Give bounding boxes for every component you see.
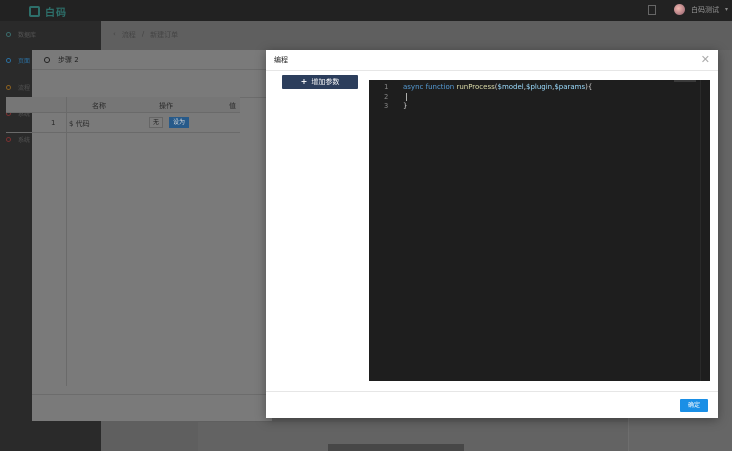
current-line-highlight bbox=[397, 92, 710, 102]
table-header: 名称 操作 值 bbox=[6, 97, 240, 113]
token-keyword: async bbox=[403, 83, 424, 91]
column-divider bbox=[66, 97, 67, 386]
circle-icon bbox=[6, 58, 11, 63]
add-param-button[interactable]: + 增加参数 bbox=[282, 75, 358, 89]
step-dialog-title: 步骤 2 bbox=[44, 55, 79, 65]
sidebar-item-label: 页面 bbox=[18, 58, 31, 65]
code-dialog-title: 编程 bbox=[274, 56, 288, 64]
column-header-action: 操作 bbox=[159, 102, 173, 110]
step-toolbar bbox=[32, 70, 272, 98]
logo-icon bbox=[29, 6, 40, 17]
breadcrumb-root[interactable]: 流程 bbox=[122, 30, 136, 40]
text-cursor bbox=[406, 93, 407, 101]
column-header-value: 值 bbox=[229, 102, 236, 110]
avatar[interactable] bbox=[673, 4, 685, 15]
logo-text: 白码 bbox=[45, 8, 67, 19]
token-param: $model bbox=[497, 83, 524, 91]
line-number: 1 bbox=[384, 83, 389, 91]
horizontal-scrollbar[interactable] bbox=[328, 444, 464, 451]
app-logo[interactable]: 白码 bbox=[29, 4, 67, 19]
step-dialog-header: 步骤 2 bbox=[32, 50, 272, 70]
confirm-button[interactable]: 确定 bbox=[680, 399, 708, 412]
token-param: $plugin bbox=[525, 83, 553, 91]
circle-icon bbox=[6, 85, 11, 90]
code-editor[interactable]: 1 2 3 async function runProcess($model,$… bbox=[369, 80, 710, 381]
token-param: $params bbox=[554, 83, 586, 91]
vertical-scrollbar[interactable] bbox=[700, 80, 710, 381]
code-line-3[interactable]: } bbox=[403, 102, 407, 110]
breadcrumb-separator: / bbox=[141, 30, 145, 38]
code-line-1[interactable]: async function runProcess($model,$plugin… bbox=[403, 83, 592, 91]
top-bar: 白码 白码测试 ▾ bbox=[0, 0, 732, 21]
minimap[interactable] bbox=[674, 80, 696, 82]
line-number-gutter: 1 2 3 bbox=[369, 80, 397, 381]
document-icon[interactable] bbox=[647, 4, 656, 15]
sidebar-item-label: 流程 bbox=[18, 85, 31, 92]
breadcrumb-back-icon[interactable]: ‹ bbox=[113, 30, 116, 40]
breadcrumb-current: 新建订单 bbox=[150, 31, 179, 39]
row-index: 1 bbox=[51, 119, 56, 127]
sidebar-item-database[interactable]: 数据库 bbox=[6, 30, 36, 39]
token-function-name: runProcess bbox=[456, 83, 495, 91]
token-punct: ){ bbox=[585, 83, 593, 91]
step-dialog-divider bbox=[32, 394, 272, 395]
code-dialog: 编程 ✕ + 增加参数 1 2 3 async function runProc… bbox=[266, 50, 718, 418]
sidebar-item-label: 数据库 bbox=[18, 32, 37, 39]
line-number: 3 bbox=[384, 102, 389, 110]
code-dialog-header: 编程 ✕ bbox=[266, 50, 718, 71]
circle-icon bbox=[44, 57, 50, 63]
table-row: 1 $ 代码 无 设为 bbox=[6, 113, 240, 133]
token-keyword: function bbox=[425, 83, 455, 91]
user-area: 白码测试 ▾ bbox=[647, 4, 728, 15]
sidebar-item-page[interactable]: 页面 bbox=[6, 56, 30, 65]
none-button[interactable]: 无 bbox=[149, 117, 164, 128]
chevron-down-icon[interactable]: ▾ bbox=[725, 6, 728, 13]
user-name[interactable]: 白码测试 bbox=[691, 5, 719, 15]
add-param-label: 增加参数 bbox=[311, 78, 340, 86]
plus-icon: + bbox=[300, 77, 308, 86]
breadcrumb: ‹ 流程 / 新建订单 bbox=[113, 30, 178, 40]
column-header-name: 名称 bbox=[92, 102, 106, 110]
set-as-button[interactable]: 设为 bbox=[169, 117, 190, 128]
sidebar-item-process[interactable]: 流程 bbox=[6, 83, 30, 92]
circle-icon bbox=[6, 32, 11, 37]
params-table: 名称 操作 值 1 $ 代码 无 设为 bbox=[6, 97, 240, 386]
code-dialog-footer-divider bbox=[266, 391, 718, 392]
close-icon[interactable]: ✕ bbox=[701, 54, 710, 65]
line-number: 2 bbox=[384, 93, 389, 101]
step-title-text: 步骤 2 bbox=[58, 56, 79, 64]
row-name: $ 代码 bbox=[69, 120, 90, 128]
